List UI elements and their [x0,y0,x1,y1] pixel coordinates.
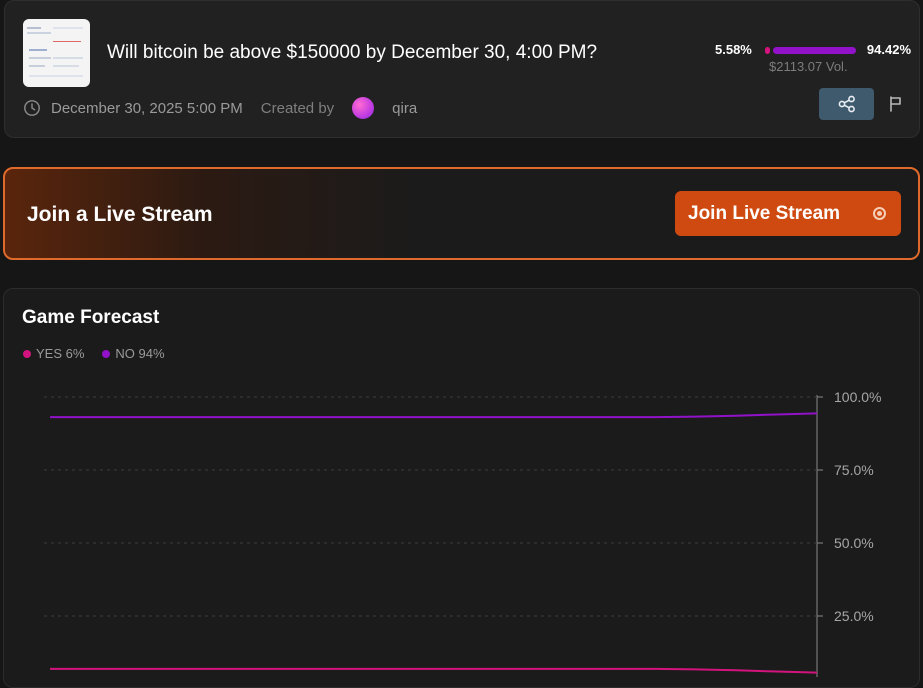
join-live-stream-label: Join Live Stream [688,202,841,224]
yes-percent: 5.58% [715,42,752,57]
join-live-stream-button[interactable]: Join Live Stream [675,191,901,236]
no-percent: 94.42% [866,42,911,57]
creator-name[interactable]: qira [392,100,417,117]
forecast-chart: 100.0% 75.0% 50.0% 25.0% [44,389,881,677]
market-date: December 30, 2025 5:00 PM [51,99,243,117]
live-indicator-icon [873,207,886,220]
live-stream-banner: Join a Live Stream Join Live Stream [3,167,920,260]
market-meta: December 30, 2025 5:00 PM Created by qir… [23,97,417,119]
y-tick-label: 50.0% [834,535,874,551]
y-tick-label: 100.0% [834,389,881,405]
flag-icon[interactable] [888,95,904,113]
market-volume: $2113.07 Vol. [769,59,848,74]
live-stream-label: Join a Live Stream [27,203,213,226]
share-icon [838,95,855,113]
y-tick-label: 75.0% [834,462,874,478]
series-line-yes [49,667,818,674]
yes-bar [765,47,770,54]
series-line-no [49,412,818,419]
y-tick-label: 25.0% [834,608,874,624]
market-thumbnail[interactable] [23,19,90,87]
game-forecast-panel: Game Forecast YES 6% NO 94% 100.0% 75.0% 5… [3,288,920,688]
no-bar [773,47,856,54]
market-card: Will bitcoin be above $150000 by Decembe… [4,0,920,138]
creator-avatar[interactable] [352,97,375,119]
market-title: Will bitcoin be above $150000 by Decembe… [107,42,598,63]
share-button[interactable] [819,88,874,120]
clock-icon [24,100,40,116]
created-by-label: Created by [260,99,335,117]
